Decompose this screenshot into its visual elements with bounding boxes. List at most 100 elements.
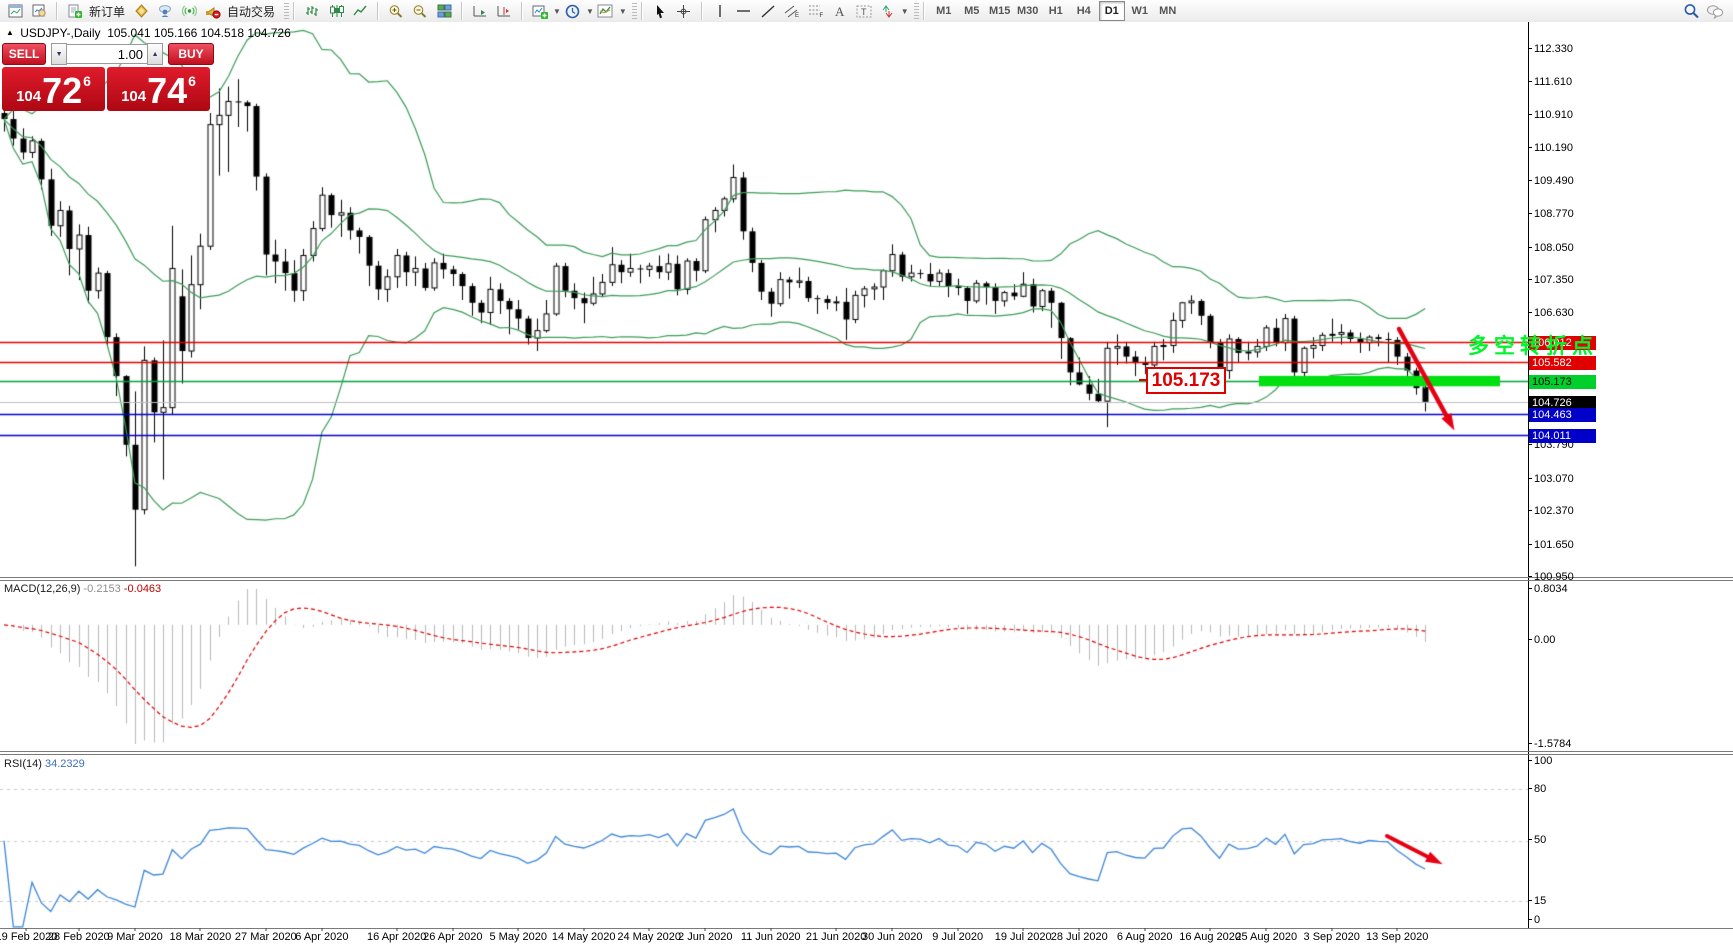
search-icon[interactable] <box>1679 0 1703 22</box>
auto-trading-label[interactable]: 自动交易 <box>227 3 275 20</box>
symbol-name: USDJPY-,Daily <box>20 26 100 40</box>
toolbar-group-charts <box>0 0 54 22</box>
trendline-icon[interactable] <box>756 0 780 22</box>
chat-icon[interactable] <box>1703 0 1727 22</box>
toolbar-group-scroll <box>465 0 519 22</box>
indicators-dropdown-icon[interactable]: ▼ <box>619 7 627 16</box>
buy-price-major: 104 <box>121 88 146 105</box>
sell-button[interactable]: SELL <box>2 43 46 65</box>
line-chart-icon[interactable] <box>348 0 372 22</box>
signal-icon[interactable] <box>177 0 201 22</box>
period-clock-icon[interactable] <box>561 0 585 22</box>
panel-separator[interactable] <box>0 577 1733 578</box>
rsi-canvas[interactable] <box>0 756 1528 928</box>
date-label: 3 Sep 2020 <box>1304 931 1360 943</box>
new-window-icon[interactable] <box>3 0 27 22</box>
main-price-canvas[interactable] <box>0 22 1528 578</box>
timeframe-h4[interactable]: H4 <box>1071 1 1097 21</box>
panel-separator[interactable] <box>0 751 1733 752</box>
volume-increase-button[interactable]: ▲ <box>147 43 163 65</box>
date-label: 11 Jun 2020 <box>741 931 801 943</box>
date-label: 9 Mar 2020 <box>107 931 163 943</box>
macd-canvas[interactable] <box>0 582 1528 751</box>
zoom-in-icon[interactable] <box>384 0 408 22</box>
one-click-trading-panel: SELL ▼ ▲ BUY 104 72 6 104 74 6 <box>2 43 214 111</box>
buy-button[interactable]: BUY <box>168 43 214 65</box>
symbol-marker-icon: ▲ <box>6 28 14 37</box>
axis-label: 15 <box>1534 895 1604 907</box>
axis-label: 108.050 <box>1534 242 1604 254</box>
axis-label: 107.350 <box>1534 274 1604 286</box>
sell-quote[interactable]: 104 72 6 <box>2 67 105 111</box>
community-icon[interactable] <box>153 0 177 22</box>
buy-quote[interactable]: 104 74 6 <box>107 67 210 111</box>
timeframe-d1[interactable]: D1 <box>1099 1 1125 21</box>
indicators-icon[interactable] <box>594 0 618 22</box>
toolbar-group-cursor <box>645 0 699 22</box>
toolbar-group-objects: E F A T ▼ <box>705 0 912 22</box>
ohlc-open: 105.041 <box>107 26 150 40</box>
text-icon[interactable]: A <box>828 0 852 22</box>
axis-label: 108.770 <box>1534 208 1604 220</box>
toolbar-group-trade: 新订单 自动交易 <box>60 0 282 22</box>
arrows-dropdown-icon[interactable]: ▼ <box>901 7 909 16</box>
price-tag: 105.173 <box>1529 375 1596 389</box>
date-label: 14 May 2020 <box>552 931 616 943</box>
date-label: 30 Jun 2020 <box>862 931 923 943</box>
auto-scroll-icon[interactable] <box>468 0 492 22</box>
fibonacci-icon[interactable]: F <box>804 0 828 22</box>
axis-label: 100.950 <box>1534 571 1604 583</box>
volume-input[interactable] <box>67 44 147 64</box>
rsi-value: 34.2329 <box>45 758 85 770</box>
date-label: 21 Jun 2020 <box>806 931 867 943</box>
timeframe-h1[interactable]: H1 <box>1043 1 1069 21</box>
tile-windows-icon[interactable] <box>432 0 456 22</box>
new-chart-dropdown-icon[interactable]: ▼ <box>553 7 561 16</box>
auto-trading-icon[interactable] <box>201 0 225 22</box>
axis-label: 111.610 <box>1534 76 1604 88</box>
crosshair-icon[interactable] <box>672 0 696 22</box>
timeframe-m30[interactable]: M30 <box>1015 1 1041 21</box>
candlestick-chart-icon[interactable] <box>324 0 348 22</box>
date-axis-line <box>0 928 1733 929</box>
trend-annotation-text[interactable]: 多空转折点 <box>1468 330 1598 360</box>
equidistant-channel-icon[interactable]: E <box>780 0 804 22</box>
svg-text:A: A <box>835 4 845 18</box>
panel-separator[interactable] <box>0 754 1733 755</box>
svg-text:E: E <box>795 13 799 18</box>
date-label: 25 Aug 2020 <box>1235 931 1297 943</box>
date-label: 19 Jul 2020 <box>995 931 1052 943</box>
vertical-line-icon[interactable] <box>708 0 732 22</box>
toolbar-group-new: ▼ ▼ ▼ <box>525 0 630 22</box>
bar-chart-icon[interactable] <box>300 0 324 22</box>
volume-decrease-button[interactable]: ▼ <box>51 43 67 65</box>
timeframe-m5[interactable]: M5 <box>959 1 985 21</box>
axis-label: 106.630 <box>1534 307 1604 319</box>
panel-separator[interactable] <box>0 580 1733 581</box>
text-label-icon[interactable]: T <box>852 0 876 22</box>
rsi-label: RSI(14) 34.2329 <box>4 758 85 770</box>
toolbar-group-charttype <box>297 0 375 22</box>
timeframe-m15[interactable]: M15 <box>987 1 1013 21</box>
new-chart-icon[interactable] <box>528 0 552 22</box>
new-order-label[interactable]: 新订单 <box>89 3 125 20</box>
macd-label: MACD(12,26,9) -0.2153 -0.0463 <box>4 583 161 595</box>
svg-text:T: T <box>861 7 867 17</box>
date-label: 5 May 2020 <box>490 931 547 943</box>
timeframe-m1[interactable]: M1 <box>931 1 957 21</box>
profile-icon[interactable] <box>27 0 51 22</box>
arrows-icon[interactable] <box>876 0 900 22</box>
date-label: 28 Jul 2020 <box>1051 931 1108 943</box>
period-dropdown-icon[interactable]: ▼ <box>586 7 594 16</box>
horizontal-line-icon[interactable] <box>732 0 756 22</box>
timeframe-w1[interactable]: W1 <box>1127 1 1153 21</box>
zoom-out-icon[interactable] <box>408 0 432 22</box>
cursor-icon[interactable] <box>648 0 672 22</box>
chart-shift-icon[interactable] <box>492 0 516 22</box>
price-callout-105173[interactable]: 105.173 <box>1146 367 1226 394</box>
chart-title: ▲ USDJPY-,Daily 105.041 105.166 104.518 … <box>6 26 291 40</box>
new-order-icon[interactable] <box>63 0 87 22</box>
compass-icon[interactable] <box>129 0 153 22</box>
timeframe-mn[interactable]: MN <box>1155 1 1181 21</box>
sell-price-major: 104 <box>16 88 41 105</box>
